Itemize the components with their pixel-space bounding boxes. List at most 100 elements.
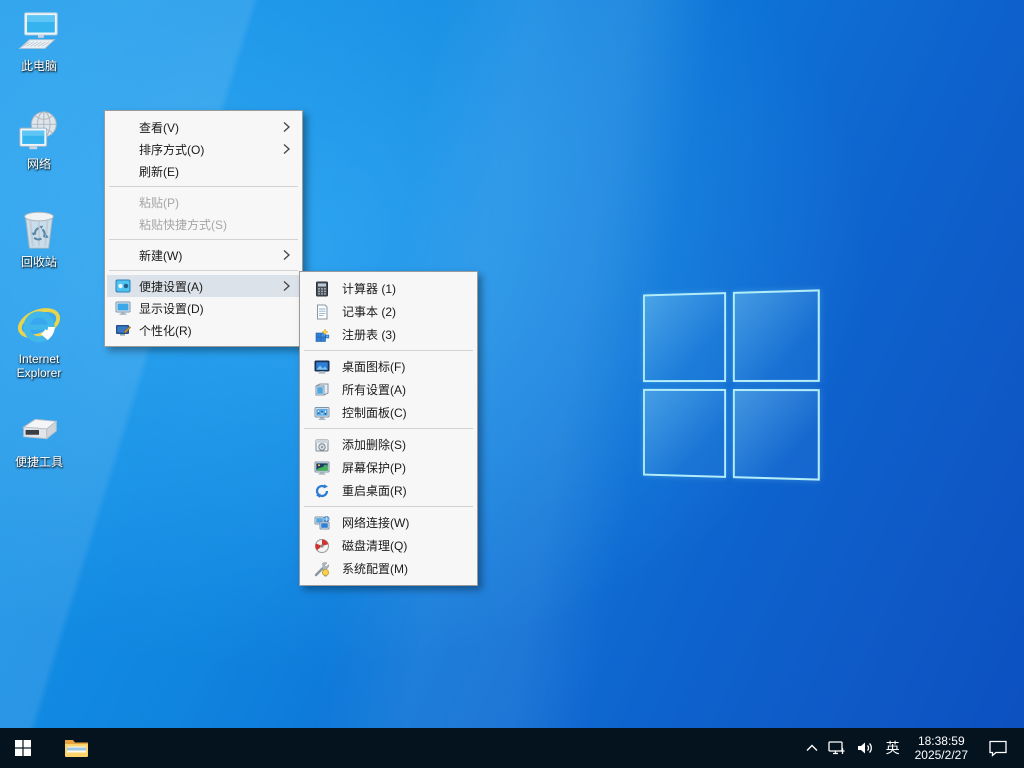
submenu-item-label: 网络连接(W) — [342, 514, 409, 531]
taskbar-clock[interactable]: 18:38:59 2025/2/27 — [907, 728, 976, 768]
menu-item-refresh[interactable]: 刷新(E) — [107, 160, 300, 182]
registry-icon — [314, 327, 330, 343]
submenu-item-label: 记事本 (2) — [342, 303, 396, 320]
windows-logo-pane — [643, 292, 726, 381]
desktop-context-menu: 查看(V) 排序方式(O) 刷新(E) 粘贴(P) 粘贴快捷方式(S) 新建(W… — [104, 110, 303, 347]
windows-logo-pane — [732, 289, 819, 381]
file-explorer-icon — [64, 737, 90, 759]
show-hidden-icons-button[interactable] — [801, 728, 823, 768]
menu-item-label: 显示设置(D) — [139, 300, 204, 317]
add-remove-icon — [314, 437, 330, 453]
disk-cleanup-icon — [314, 538, 330, 554]
submenu-item-calculator[interactable]: 计算器 (1) — [302, 277, 475, 300]
menu-separator — [304, 506, 473, 507]
menu-item-personalize[interactable]: 个性化(R) — [107, 319, 300, 341]
desktop-icon-this-pc[interactable]: 此电脑 — [1, 10, 77, 73]
menu-item-sort[interactable]: 排序方式(O) — [107, 138, 300, 160]
submenu-item-label: 磁盘清理(Q) — [342, 537, 407, 554]
submenu-item-label: 控制面板(C) — [342, 404, 407, 421]
network-icon — [16, 108, 62, 154]
clock-time: 18:38:59 — [918, 734, 965, 748]
system-config-icon — [314, 561, 330, 577]
personalize-icon — [115, 322, 131, 338]
submenu-item-disk-cleanup[interactable]: 磁盘清理(Q) — [302, 534, 475, 557]
calculator-icon — [314, 281, 330, 297]
language-indicator[interactable]: 英 — [879, 728, 907, 768]
menu-item-paste-shortcut[interactable]: 粘贴快捷方式(S) — [107, 213, 300, 235]
tools-drive-icon — [16, 406, 62, 452]
internet-explorer-icon — [16, 303, 62, 349]
menu-separator — [304, 428, 473, 429]
menu-separator — [109, 239, 298, 240]
volume-tray-button[interactable] — [851, 728, 879, 768]
menu-separator — [109, 270, 298, 271]
notepad-icon — [314, 304, 330, 320]
menu-separator — [304, 350, 473, 351]
notification-icon — [988, 740, 1008, 757]
windows-logo-pane — [732, 389, 819, 481]
start-button[interactable] — [0, 728, 46, 768]
menu-item-label: 排序方式(O) — [139, 141, 204, 158]
desktop-icon-network[interactable]: 网络 — [1, 108, 77, 171]
recycle-bin-icon — [16, 206, 62, 252]
desktop-icons-icon — [314, 359, 330, 375]
screen-saver-icon — [314, 460, 330, 476]
clock-date: 2025/2/27 — [915, 748, 968, 762]
windows-logo — [643, 289, 820, 480]
menu-item-paste[interactable]: 粘贴(P) — [107, 191, 300, 213]
submenu-arrow-icon — [283, 122, 290, 133]
menu-item-label: 便捷设置(A) — [139, 278, 203, 295]
file-explorer-button[interactable] — [54, 728, 100, 768]
all-settings-icon — [314, 382, 330, 398]
restart-desktop-icon — [314, 483, 330, 499]
network-status-icon — [828, 740, 846, 756]
desktop-icon-label: 回收站 — [21, 255, 57, 269]
quick-settings-submenu: 计算器 (1) 记事本 (2) 注册表 (3) 桌面图标(F) — [299, 271, 478, 586]
submenu-item-registry[interactable]: 注册表 (3) — [302, 323, 475, 346]
submenu-item-network-connections[interactable]: 网络连接(W) — [302, 511, 475, 534]
submenu-item-restart-desktop[interactable]: 重启桌面(R) — [302, 479, 475, 502]
windows-logo-pane — [643, 388, 726, 477]
submenu-item-all-settings[interactable]: 所有设置(A) — [302, 378, 475, 401]
submenu-item-label: 注册表 (3) — [342, 326, 396, 343]
submenu-item-label: 重启桌面(R) — [342, 482, 407, 499]
submenu-item-desktop-icons[interactable]: 桌面图标(F) — [302, 355, 475, 378]
menu-item-label: 查看(V) — [139, 119, 179, 136]
control-panel-icon — [314, 405, 330, 421]
submenu-item-add-remove[interactable]: 添加删除(S) — [302, 433, 475, 456]
menu-item-label: 粘贴快捷方式(S) — [139, 216, 227, 233]
submenu-item-label: 桌面图标(F) — [342, 358, 405, 375]
submenu-arrow-icon — [283, 250, 290, 261]
menu-item-display-settings[interactable]: 显示设置(D) — [107, 297, 300, 319]
desktop-icon-tools[interactable]: 便捷工具 — [1, 406, 77, 469]
submenu-item-notepad[interactable]: 记事本 (2) — [302, 300, 475, 323]
windows-start-icon — [15, 740, 31, 756]
chevron-up-icon — [806, 744, 818, 752]
submenu-item-control-panel[interactable]: 控制面板(C) — [302, 401, 475, 424]
menu-separator — [109, 186, 298, 187]
submenu-item-label: 系统配置(M) — [342, 560, 408, 577]
desktop-icon-internet-explorer[interactable]: Internet Explorer — [1, 303, 77, 380]
desktop-icon-recycle-bin[interactable]: 回收站 — [1, 206, 77, 269]
menu-item-label: 粘贴(P) — [139, 194, 179, 211]
desktop-icon-label: Internet Explorer — [1, 352, 77, 380]
menu-item-label: 个性化(R) — [139, 322, 192, 339]
taskbar: 英 18:38:59 2025/2/27 — [0, 728, 1024, 768]
submenu-arrow-icon — [283, 144, 290, 155]
menu-item-new[interactable]: 新建(W) — [107, 244, 300, 266]
action-center-button[interactable] — [976, 728, 1020, 768]
submenu-item-screen-saver[interactable]: 屏幕保护(P) — [302, 456, 475, 479]
menu-item-quick-settings[interactable]: 便捷设置(A) — [107, 275, 300, 297]
display-settings-icon — [115, 300, 131, 316]
submenu-item-label: 屏幕保护(P) — [342, 459, 406, 476]
submenu-item-label: 所有设置(A) — [342, 381, 406, 398]
submenu-arrow-icon — [283, 281, 290, 292]
this-pc-icon — [16, 10, 62, 56]
desktop-icon-label: 便捷工具 — [15, 455, 63, 469]
submenu-item-system-config[interactable]: 系统配置(M) — [302, 557, 475, 580]
submenu-item-label: 添加删除(S) — [342, 436, 406, 453]
network-connections-icon — [314, 515, 330, 531]
menu-item-label: 新建(W) — [139, 247, 182, 264]
menu-item-view[interactable]: 查看(V) — [107, 116, 300, 138]
network-tray-button[interactable] — [823, 728, 851, 768]
